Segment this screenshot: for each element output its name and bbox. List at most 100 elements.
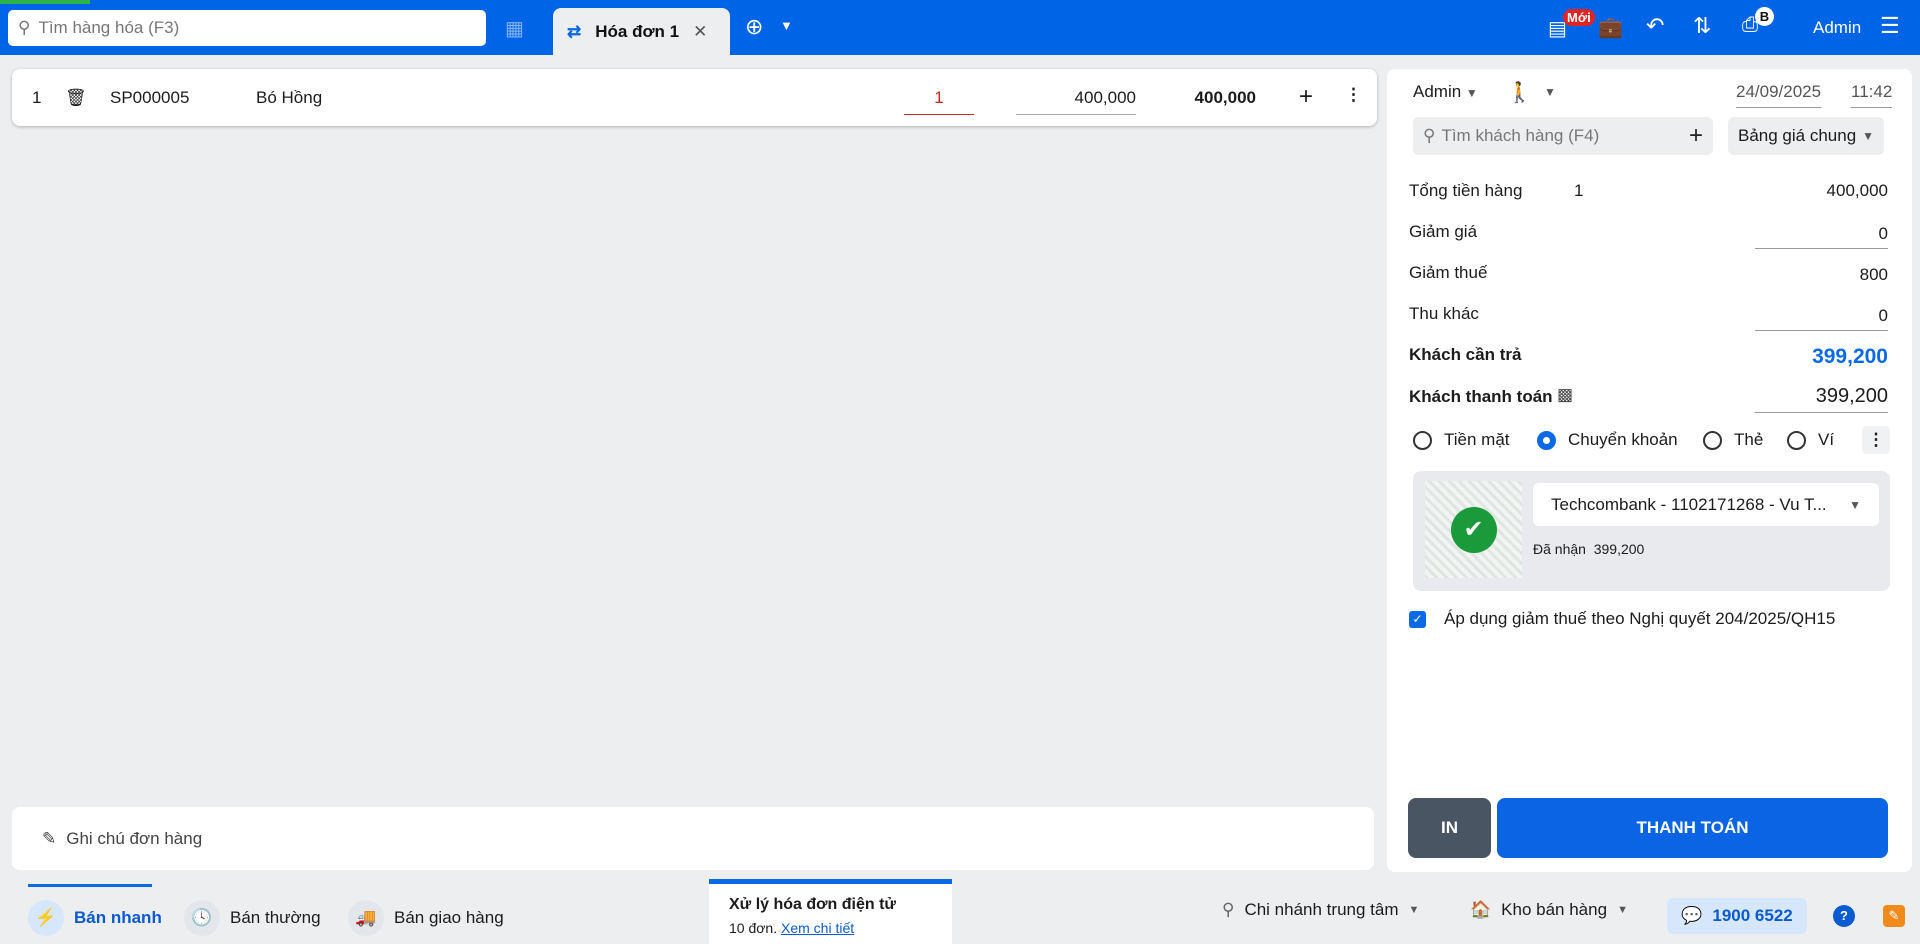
payment-method-transfer[interactable]: Chuyển khoản xyxy=(1537,430,1678,450)
feedback-icon[interactable]: ✎ xyxy=(1883,905,1905,927)
more-methods-icon[interactable]: ⋮ xyxy=(1862,426,1890,454)
order-note-input[interactable]: ✎ Ghi chú đơn hàng xyxy=(12,807,1374,870)
exchange-icon[interactable]: ⇅ xyxy=(1693,13,1711,39)
radio-icon xyxy=(1413,430,1432,450)
paid-input[interactable]: 399,200 xyxy=(1755,385,1888,413)
subtotal-label: Tổng tiền hàng xyxy=(1409,181,1523,200)
method-label: Tiền mặt xyxy=(1444,430,1510,449)
printer-badge: B xyxy=(1755,7,1774,26)
received-value: 399,200 xyxy=(1593,541,1645,557)
checkout-panel: Admin ▼ 🚶 ▼ 24/09/2025 11:42 ⚲ Tìm khách … xyxy=(1387,69,1912,872)
tax-checkbox-label: Áp dụng giảm thuế theo Nghị quyết 204/20… xyxy=(1444,609,1836,628)
quantity-input[interactable]: 1 xyxy=(904,88,974,115)
time-field[interactable]: 11:42 xyxy=(1851,82,1893,108)
new-badge: Mới xyxy=(1563,9,1595,26)
tab-invoice-1[interactable]: ⇄ Hóa đơn 1 ✕ xyxy=(553,8,730,55)
help-icon[interactable]: ? xyxy=(1833,905,1855,927)
check-icon: ✔ xyxy=(1450,506,1497,553)
chevron-down-icon: ▼ xyxy=(1617,904,1628,916)
walking-icon[interactable]: 🚶 xyxy=(1507,80,1532,105)
branch-select[interactable]: ⚲ Chi nhánh trung tâm ▼ xyxy=(1222,900,1419,920)
other-fees-input[interactable]: 0 xyxy=(1755,306,1888,331)
line-total: 400,000 xyxy=(1194,88,1256,107)
return-icon[interactable]: ↶ xyxy=(1646,13,1664,39)
discount-label: Giảm giá xyxy=(1409,222,1478,241)
seller-name: Admin xyxy=(1413,82,1462,101)
menu-icon[interactable]: ☰ xyxy=(1880,13,1900,39)
user-menu[interactable]: Admin xyxy=(1813,18,1861,38)
discount-input[interactable]: 0 xyxy=(1755,224,1888,249)
date-field[interactable]: 24/09/2025 xyxy=(1736,82,1822,108)
qr-icon[interactable]: ▩ xyxy=(1557,385,1573,405)
product-code: SP000005 xyxy=(110,88,190,107)
row-index: 1 xyxy=(32,88,42,107)
e-invoice-notice: Xử lý hóa đơn điện tử 10 đơn. Xem chi ti… xyxy=(709,879,952,944)
truck-icon: 🚚 xyxy=(348,900,384,936)
location-icon: ⚲ xyxy=(1222,900,1235,919)
bank-account-select[interactable]: Techcombank - 1102171268 - Vu T... ▼ xyxy=(1533,483,1879,526)
add-tab-icon[interactable]: ⊕ xyxy=(745,14,763,40)
pencil-icon: ✎ xyxy=(42,828,57,848)
tax-reduction-value: 800 xyxy=(1859,265,1888,284)
pay-button[interactable]: THANH TOÁN xyxy=(1497,798,1888,858)
mode-delivery-sale[interactable]: 🚚 Bán giao hàng xyxy=(348,900,504,936)
checkbox-checked-icon: ✓ xyxy=(1409,610,1426,628)
chevron-down-icon[interactable]: ▼ xyxy=(1544,85,1556,99)
chevron-down-icon[interactable]: ▼ xyxy=(780,18,793,33)
tax-reduction-checkbox[interactable]: ✓ Áp dụng giảm thuế theo Nghị quyết 204/2… xyxy=(1409,609,1835,629)
product-search-input[interactable]: ⚲ Tìm hàng hóa (F3) xyxy=(8,10,486,46)
mode-quick-sale[interactable]: ⚡ Bán nhanh xyxy=(28,900,162,936)
view-details-link[interactable]: Xem chi tiết xyxy=(781,920,854,936)
hotline-button[interactable]: 💬 1900 6522 xyxy=(1667,898,1807,934)
due-value: 399,200 xyxy=(1812,345,1888,368)
seller-select[interactable]: Admin ▼ xyxy=(1413,82,1478,102)
print-button[interactable]: IN xyxy=(1408,798,1491,858)
add-customer-icon[interactable]: + xyxy=(1689,122,1703,150)
clock-icon: 🕓 xyxy=(184,900,220,936)
chevron-down-icon: ▼ xyxy=(1862,129,1874,143)
bottom-bar: ⚡ Bán nhanh 🕓 Bán thường 🚚 Bán giao hàng Xử… xyxy=(0,879,1920,944)
search-icon: ⚲ xyxy=(18,18,31,37)
top-bar: ⚲ Tìm hàng hóa (F3) ▦ ⇄ Hóa đơn 1 ✕ ⊕ ▼ ▤ M… xyxy=(0,0,1920,55)
radio-icon xyxy=(1787,430,1806,450)
transfer-box: ✔ Techcombank - 1102171268 - Vu T... ▼ Đã… xyxy=(1413,471,1890,591)
method-label: Ví xyxy=(1818,430,1835,449)
chevron-down-icon: ▼ xyxy=(1408,904,1420,916)
price-input[interactable]: 400,000 xyxy=(1016,88,1136,115)
product-name: Bó Hồng xyxy=(256,88,323,107)
price-list-select[interactable]: Bảng giá chung ▼ xyxy=(1728,117,1884,155)
method-label: Thẻ xyxy=(1734,430,1764,449)
warehouse-select[interactable]: 🏠 Kho bán hàng ▼ xyxy=(1470,900,1628,920)
close-tab-icon[interactable]: ✕ xyxy=(693,22,707,42)
subtotal-value: 400,000 xyxy=(1826,181,1888,200)
customer-search-input[interactable]: ⚲ Tìm khách hàng (F4) + xyxy=(1413,117,1713,155)
payment-method-wallet[interactable]: Ví xyxy=(1787,430,1834,450)
method-label: Chuyển khoản xyxy=(1568,430,1678,449)
warehouse-icon: 🏠 xyxy=(1470,900,1492,919)
chevron-down-icon: ▼ xyxy=(1465,86,1478,100)
paid-label: Khách thanh toán xyxy=(1409,387,1553,406)
barcode-scan-icon[interactable]: ▦ xyxy=(505,16,524,41)
tax-reduction-label: Giảm thuế xyxy=(1409,263,1488,282)
cart-row: 1 🗑 SP000005 Bó Hồng 1 400,000 400,000 +… xyxy=(12,69,1377,126)
other-fees-label: Thu khác xyxy=(1409,304,1479,323)
chevron-down-icon: ▼ xyxy=(1849,497,1861,512)
received-amount: Đã nhận 399,200 xyxy=(1533,541,1644,557)
radio-checked-icon xyxy=(1537,430,1556,450)
payment-method-card[interactable]: Thẻ xyxy=(1703,430,1763,450)
plus-icon[interactable]: + xyxy=(1299,83,1313,111)
lightning-icon: ⚡ xyxy=(28,900,64,936)
price-list-label: Bảng giá chung xyxy=(1738,126,1857,145)
bag-icon[interactable]: 💼 xyxy=(1598,15,1623,40)
subtotal-count: 1 xyxy=(1574,181,1584,200)
e-invoice-count: 10 đơn. xyxy=(729,920,778,936)
trash-icon[interactable]: 🗑 xyxy=(65,88,87,108)
qr-code: ✔ xyxy=(1425,481,1522,578)
payment-method-cash[interactable]: Tiền mặt xyxy=(1413,430,1510,450)
mode-normal-sale[interactable]: 🕓 Bán thường xyxy=(184,900,321,936)
due-label: Khách cần trả xyxy=(1409,345,1522,364)
more-icon[interactable]: ⋮ xyxy=(1345,85,1362,105)
search-icon: ⚲ xyxy=(1423,126,1436,145)
swap-icon: ⇄ xyxy=(567,21,582,41)
received-label: Đã nhận xyxy=(1533,541,1586,557)
